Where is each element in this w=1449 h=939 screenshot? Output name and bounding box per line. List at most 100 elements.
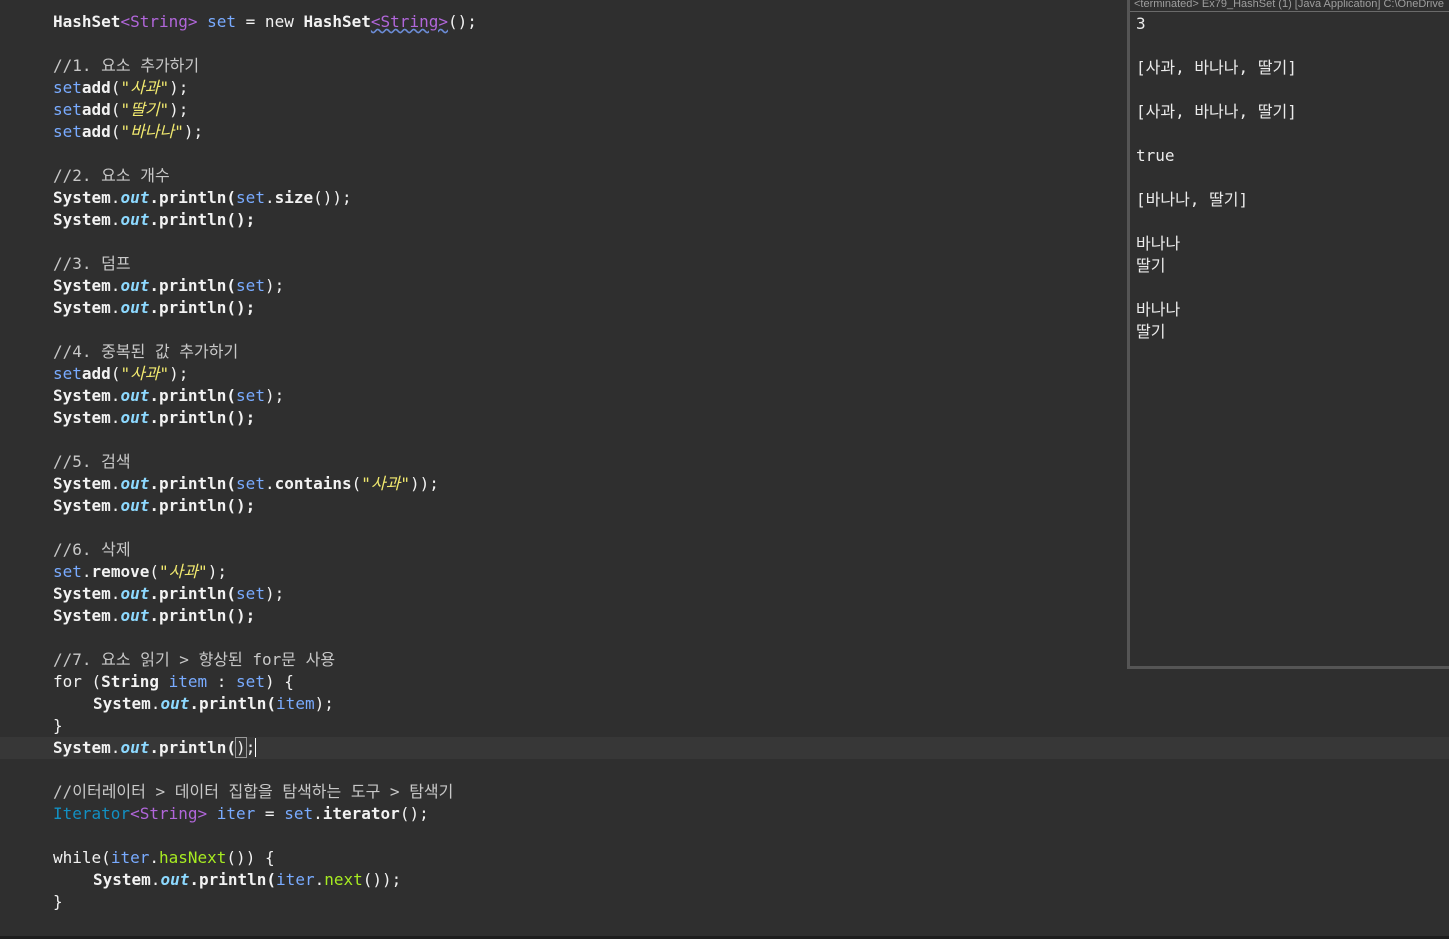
code-token: . — [110, 474, 121, 493]
code-comment: //이터레이터 > 데이터 집합을 탐색하는 도구 > 탐색기 — [53, 782, 454, 801]
code-token: size — [274, 188, 314, 207]
text-cursor — [255, 738, 257, 757]
code-token: contains — [274, 474, 352, 493]
code-token: ); — [264, 584, 285, 603]
code-line[interactable]: System.out.println(item); — [0, 693, 1449, 715]
code-keyword: for — [53, 672, 82, 691]
code-token: out — [120, 298, 150, 317]
code-token: ( — [110, 122, 121, 141]
code-token: add — [81, 122, 111, 141]
code-token: System — [53, 210, 111, 229]
code-token: add — [81, 364, 111, 383]
code-token: ( — [101, 848, 111, 867]
code-token: } — [53, 892, 63, 911]
code-token: .println(); — [149, 496, 256, 515]
console-title: <terminated> Ex79_HashSet (1) [Java Appl… — [1134, 0, 1444, 10]
matching-bracket: ) — [235, 737, 247, 758]
code-token: ( — [110, 364, 121, 383]
code-token: String — [101, 672, 159, 691]
string-literal: "사과" — [361, 474, 411, 493]
code-token: System — [53, 584, 111, 603]
code-token: System — [53, 606, 111, 625]
code-token: next — [324, 870, 363, 889]
code-token: ); — [264, 386, 285, 405]
code-token: remove — [91, 562, 150, 581]
code-token: . — [110, 738, 121, 757]
code-token: .println(); — [149, 210, 256, 229]
code-token: out — [120, 606, 150, 625]
code-token: out — [160, 870, 190, 889]
string-literal: "사과" — [120, 78, 170, 97]
code-token: . — [264, 474, 275, 493]
code-token: System — [53, 298, 111, 317]
code-token: Iterator — [53, 804, 131, 823]
console-output-line: 딸기 — [1136, 256, 1166, 275]
code-token: add — [81, 100, 111, 119]
code-token: set — [53, 122, 82, 141]
code-token: System — [53, 474, 111, 493]
code-token: = — [255, 804, 285, 823]
code-token: set — [53, 100, 82, 119]
code-token: ()); — [313, 188, 352, 207]
console-output-line: 바나나 — [1136, 234, 1181, 253]
code-line[interactable]: System.out.println(iter.next()); — [0, 869, 1449, 891]
code-token: ); — [169, 78, 189, 97]
code-line[interactable]: for (String item : set) { — [0, 671, 1449, 693]
code-comment: //2. 요소 개수 — [53, 166, 170, 185]
code-token: .println(); — [149, 298, 256, 317]
console-output-line: 딸기 — [1136, 322, 1166, 341]
code-token: : — [207, 672, 237, 691]
code-token: . — [110, 276, 121, 295]
code-token: . — [314, 870, 325, 889]
code-token: HashSet — [303, 12, 371, 31]
code-token: System — [93, 870, 151, 889]
code-token: ); — [169, 100, 189, 119]
code-token: . — [81, 562, 92, 581]
current-line[interactable]: System.out.println(); — [0, 737, 1449, 759]
code-comment: //7. 요소 읽기 > 향상된 for문 사용 — [53, 650, 336, 669]
code-token: set — [236, 584, 265, 603]
code-token: hasNext — [158, 848, 227, 867]
code-token: item — [158, 672, 208, 691]
code-token: .println( — [189, 870, 277, 889]
code-line[interactable]: while(iter.hasNext()) { — [0, 847, 1449, 869]
code-token: ( — [110, 78, 121, 97]
code-token: ); — [183, 122, 204, 141]
code-token: . — [150, 870, 161, 889]
code-token: out — [160, 694, 190, 713]
code-token: iter — [110, 848, 150, 867]
code-token: System — [53, 408, 111, 427]
code-token: HashSet — [53, 12, 121, 31]
code-line[interactable]: } — [0, 891, 1449, 913]
code-token: )); — [410, 474, 439, 493]
code-token: . — [264, 188, 275, 207]
code-line[interactable]: } — [0, 715, 1449, 737]
console-panel[interactable]: <terminated> Ex79_HashSet (1) [Java Appl… — [1127, 0, 1449, 669]
code-token: set — [53, 364, 82, 383]
code-comment: //1. 요소 추가하기 — [53, 56, 200, 75]
code-token: . — [110, 298, 121, 317]
code-token: . — [110, 496, 121, 515]
code-line[interactable]: //이터레이터 > 데이터 집합을 탐색하는 도구 > 탐색기 — [0, 781, 1449, 803]
code-token: set — [53, 78, 82, 97]
code-token: . — [149, 848, 159, 867]
code-token: ( — [81, 672, 102, 691]
code-token: System — [93, 694, 151, 713]
code-token: System — [53, 738, 111, 757]
code-token: . — [313, 804, 323, 823]
code-comment: //4. 중복된 값 추가하기 — [53, 342, 239, 361]
code-token: ( — [149, 562, 159, 581]
code-token: System — [53, 386, 111, 405]
code-token: out — [120, 210, 150, 229]
code-token: add — [81, 78, 111, 97]
code-token: .println(); — [149, 606, 256, 625]
code-token: . — [110, 408, 121, 427]
code-line[interactable]: Iterator<String> iter = set.iterator(); — [0, 803, 1449, 825]
code-token: .println( — [149, 386, 237, 405]
code-token: out — [120, 188, 150, 207]
code-token: .println( — [149, 276, 237, 295]
code-token: <String> — [130, 804, 208, 823]
code-token: . — [110, 606, 121, 625]
string-literal: "바나나" — [120, 122, 184, 141]
code-token: set — [236, 672, 265, 691]
